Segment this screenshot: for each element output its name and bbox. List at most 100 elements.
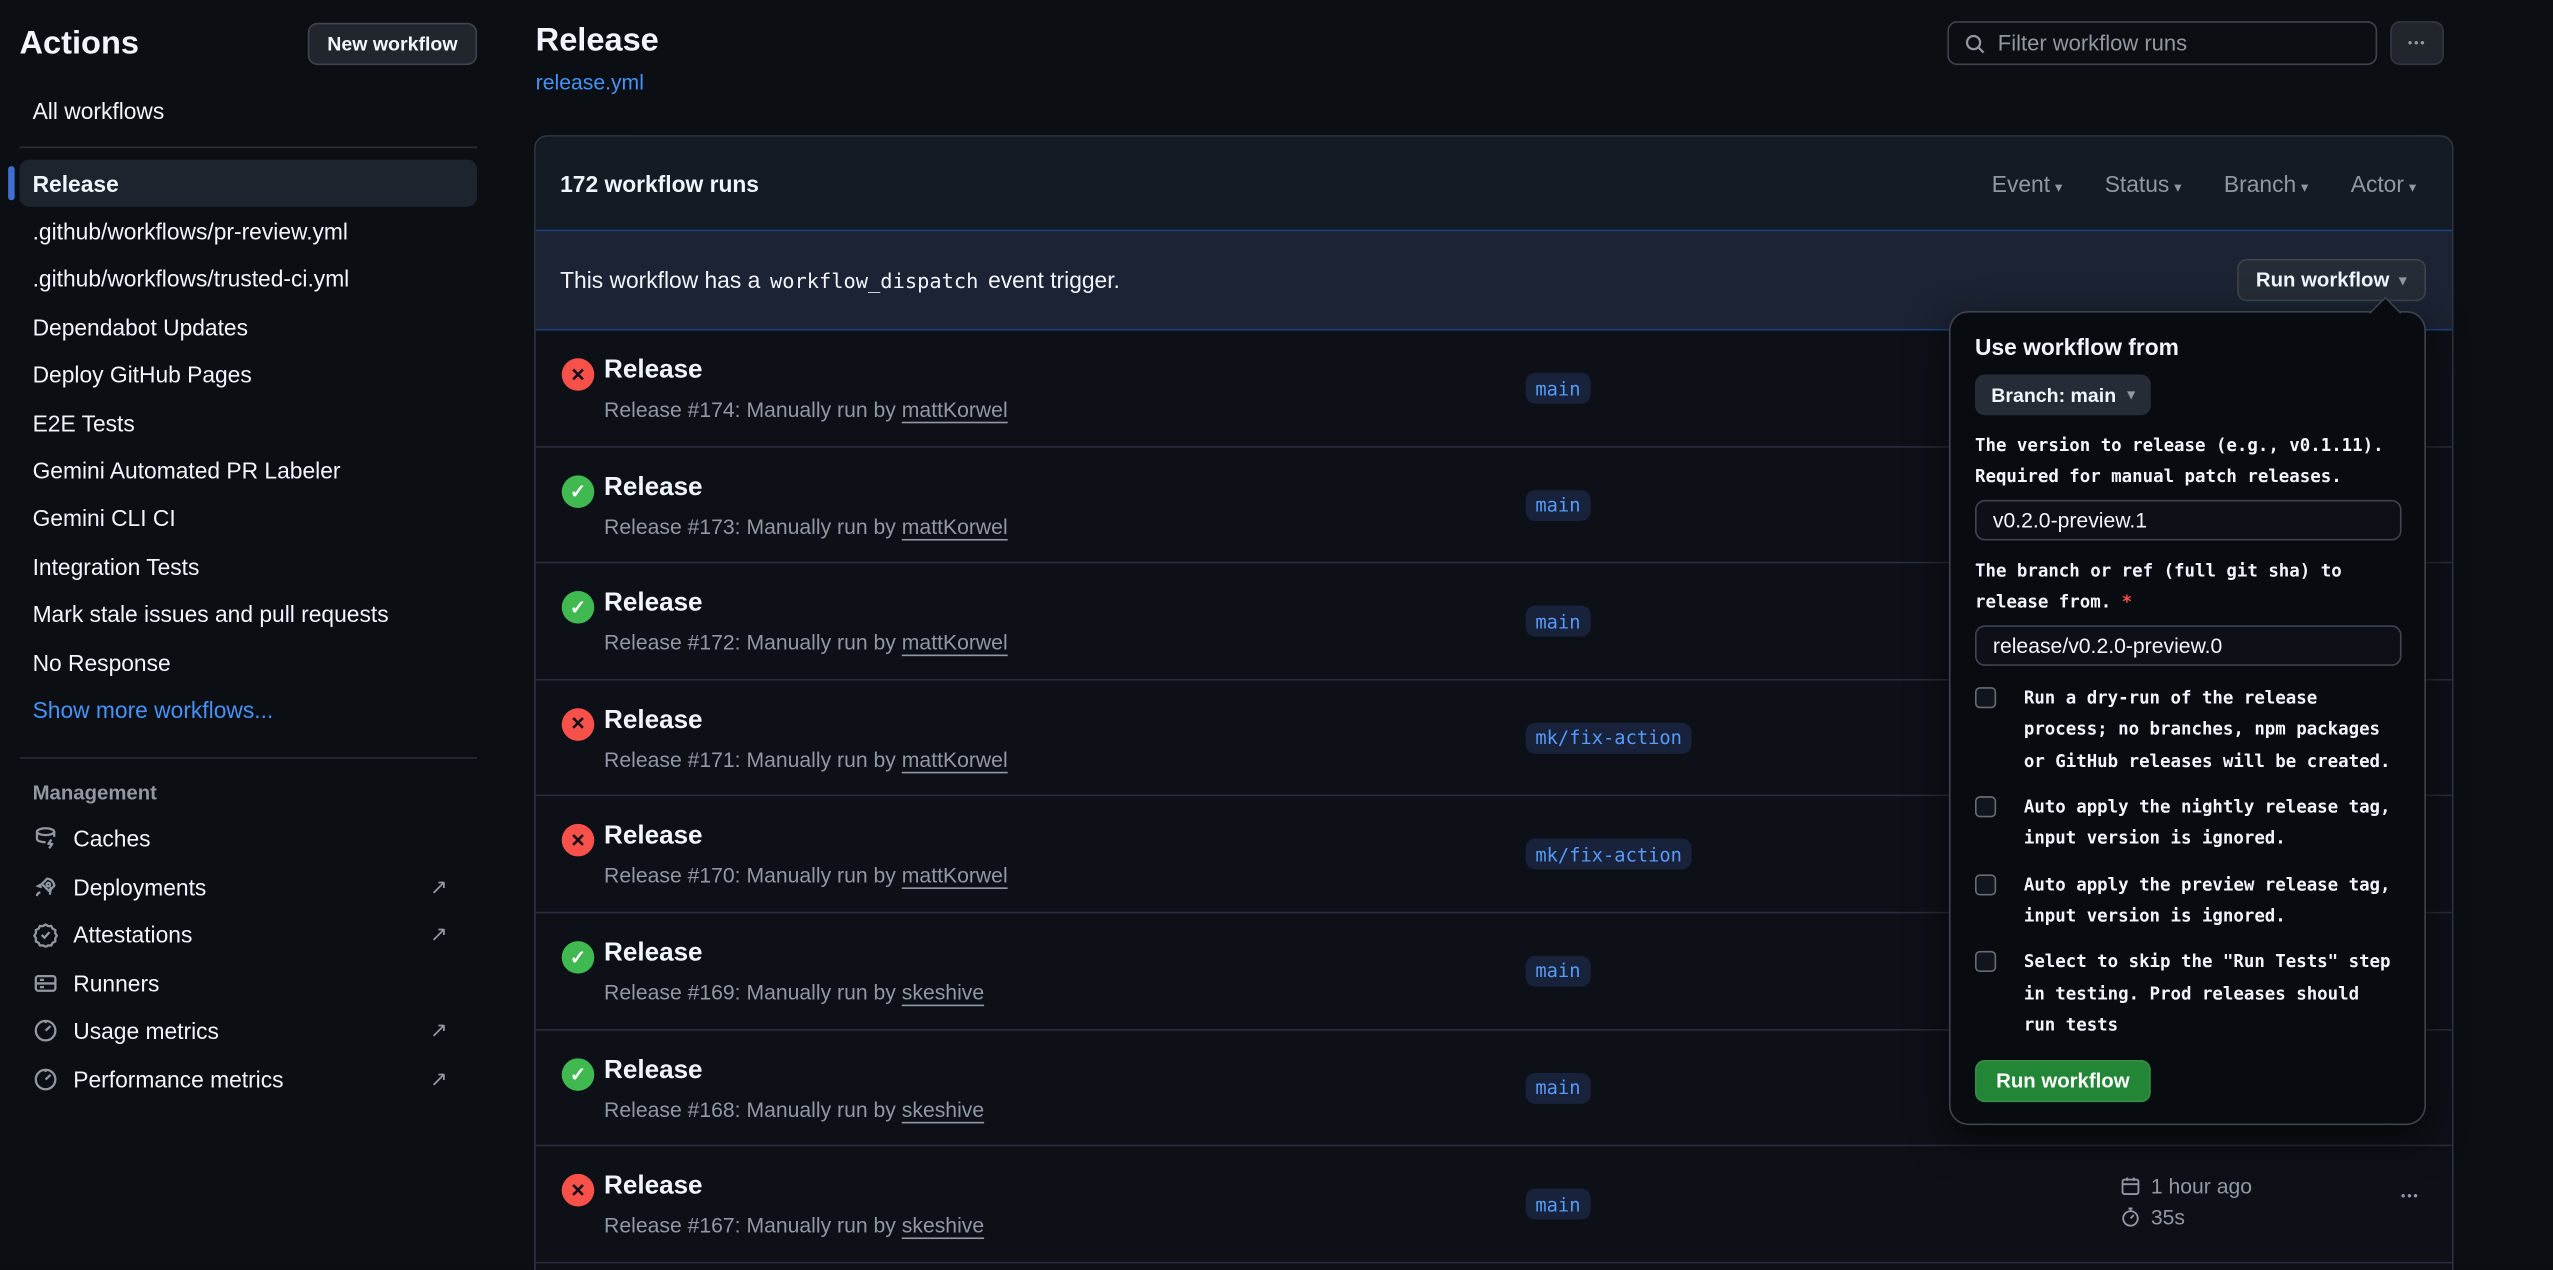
status-success-icon: ✓ — [562, 591, 595, 624]
run-branch-badge[interactable]: mk/fix-action — [1526, 839, 1692, 870]
run-actor-link[interactable]: mattKorwel — [902, 514, 1008, 538]
checkbox[interactable] — [1975, 874, 1996, 895]
sidebar-item-performance-metrics[interactable]: Performance metrics ↗ — [20, 1055, 478, 1103]
ref-input[interactable] — [1975, 625, 2402, 667]
run-actor-link[interactable]: skeshive — [902, 1213, 984, 1237]
workflow-file-link[interactable]: release.yml — [536, 70, 644, 94]
runs-header: 172 workflow runs Event▾ Status▾ Branch▾… — [536, 137, 2452, 230]
checkbox-label[interactable]: Select to skip the "Run Tests" step in t… — [2024, 946, 2400, 1040]
checkbox-label[interactable]: Auto apply the nightly release tag, inpu… — [2024, 791, 2400, 854]
sidebar-item-usage-metrics[interactable]: Usage metrics ↗ — [20, 1007, 478, 1055]
run-branch-badge[interactable]: main — [1526, 1189, 1591, 1220]
branch-select-button[interactable]: Branch: main ▾ — [1975, 374, 2151, 415]
checkbox[interactable] — [1975, 796, 1996, 817]
run-actor-link[interactable]: mattKorwel — [902, 397, 1008, 421]
sidebar-item-integration-tests[interactable]: Integration Tests — [20, 542, 478, 590]
sidebar-workflow-label: Mark stale issues and pull requests — [33, 601, 389, 627]
sidebar-workflow-label: Integration Tests — [33, 553, 200, 579]
show-more-workflows-link[interactable]: Show more workflows... — [20, 686, 478, 734]
sidebar-item-mark-stale-issues-and-pull-requests[interactable]: Mark stale issues and pull requests — [20, 590, 478, 638]
sidebar-item-gemini-automated-pr-labeler[interactable]: Gemini Automated PR Labeler — [20, 447, 478, 495]
workflow-options-kebab-button[interactable]: ••• — [2390, 21, 2444, 65]
filter-branch[interactable]: Branch▾ — [2224, 170, 2308, 196]
filter-actor[interactable]: Actor▾ — [2351, 170, 2416, 196]
chevron-down-icon: ▾ — [2301, 178, 2308, 194]
run-workflow-dropdown-button[interactable]: Run workflow ▾ — [2236, 259, 2426, 301]
sidebar-item-attestations[interactable]: Attestations ↗ — [20, 911, 478, 959]
run-title-link[interactable]: Release — [604, 1173, 703, 1202]
sidebar-item-gemini-cli-ci[interactable]: Gemini CLI CI — [20, 495, 478, 543]
filter-workflow-runs-input[interactable] — [1998, 31, 2340, 55]
run-title-link[interactable]: Release — [604, 823, 703, 852]
runs-count: 172 workflow runs — [560, 170, 759, 196]
sidebar-item--github-workflows-trusted-ci-yml[interactable]: .github/workflows/trusted-ci.yml — [20, 255, 478, 303]
checkbox-label[interactable]: Auto apply the preview release tag, inpu… — [2024, 869, 2400, 932]
sidebar-item-deployments[interactable]: Deployments ↗ — [20, 863, 478, 911]
checkbox-label[interactable]: Run a dry-run of the release process; no… — [2024, 683, 2400, 777]
run-options-kebab-button[interactable]: ••• — [2401, 1189, 2420, 1204]
version-help-text: The version to release (e.g., v0.1.11). … — [1975, 430, 2400, 493]
new-workflow-button[interactable]: New workflow — [308, 23, 477, 65]
sidebar-item-release[interactable]: Release — [20, 160, 478, 208]
chevron-down-icon: ▾ — [2409, 178, 2416, 194]
filter-workflow-runs-field[interactable] — [1947, 21, 2377, 65]
sidebar-workflow-label: No Response — [33, 649, 171, 675]
sidebar-item-runners[interactable]: Runners — [20, 959, 478, 1007]
run-branch-badge[interactable]: main — [1526, 956, 1591, 987]
run-title-link[interactable]: Release — [604, 706, 703, 735]
run-branch-badge[interactable]: main — [1526, 489, 1591, 520]
banner-text-before: This workflow has a — [560, 267, 760, 293]
sidebar-management-label: Runners — [73, 970, 447, 996]
panel-checkbox-group: Auto apply the preview release tag, inpu… — [1975, 869, 2400, 932]
run-description: Release #169: Manually run by skeshive — [604, 980, 984, 1004]
sidebar: Actions New workflow All workflows Relea… — [0, 0, 497, 1270]
sidebar-item-dependabot-updates[interactable]: Dependabot Updates — [20, 303, 478, 351]
divider — [20, 757, 478, 759]
run-branch-badge[interactable]: main — [1526, 606, 1591, 637]
run-actor-link[interactable]: skeshive — [902, 1097, 984, 1121]
run-branch-badge[interactable]: main — [1526, 1072, 1591, 1103]
rocket-icon — [33, 874, 59, 900]
run-title-link[interactable]: Release — [604, 590, 703, 619]
run-workflow-submit-button[interactable]: Run workflow — [1975, 1060, 2151, 1102]
external-link-icon: ↗ — [430, 1018, 448, 1044]
required-asterisk: * — [2122, 592, 2132, 613]
run-actor-link[interactable]: mattKorwel — [902, 747, 1008, 771]
run-description: Release #174: Manually run by mattKorwel — [604, 397, 1008, 421]
run-actor-link[interactable]: skeshive — [902, 980, 984, 1004]
status-failure-icon: ✕ — [562, 1174, 595, 1207]
filter-event[interactable]: Event▾ — [1992, 170, 2063, 196]
banner-text-after: event trigger. — [988, 267, 1120, 293]
database-icon — [33, 826, 59, 852]
filter-status[interactable]: Status▾ — [2105, 170, 2182, 196]
sidebar-workflow-label: Gemini CLI CI — [33, 505, 176, 531]
sidebar-workflow-label: Gemini Automated PR Labeler — [33, 458, 341, 484]
workflow-run-row[interactable]: ✕ Release Release #167: Manually run by … — [536, 1146, 2452, 1263]
sidebar-workflow-label: Release — [33, 170, 119, 196]
checkbox[interactable] — [1975, 951, 1996, 972]
run-title-link[interactable]: Release — [604, 939, 703, 968]
checkbox[interactable] — [1975, 687, 1996, 708]
sidebar-item-e2e-tests[interactable]: E2E Tests — [20, 399, 478, 447]
sidebar-item-all-workflows[interactable]: All workflows — [33, 98, 477, 124]
run-branch-badge[interactable]: mk/fix-action — [1526, 723, 1692, 754]
sidebar-item-deploy-github-pages[interactable]: Deploy GitHub Pages — [20, 351, 478, 399]
meter-icon — [33, 1066, 59, 1092]
version-input[interactable] — [1975, 499, 2402, 541]
run-description: Release #167: Manually run by skeshive — [604, 1213, 984, 1237]
sidebar-item--github-workflows-pr-review-yml[interactable]: .github/workflows/pr-review.yml — [20, 207, 478, 255]
run-actor-link[interactable]: mattKorwel — [902, 630, 1008, 654]
partial-next-row — [536, 1263, 2452, 1270]
ref-help-label: The branch or ref (full git sha) to rele… — [1975, 560, 2342, 613]
run-title-link[interactable]: Release — [604, 473, 703, 502]
run-description: Release #173: Manually run by mattKorwel — [604, 514, 1008, 538]
run-actor-link[interactable]: mattKorwel — [902, 864, 1008, 888]
sidebar-item-caches[interactable]: Caches — [20, 815, 478, 863]
run-meta: 1 hour ago 35s — [2120, 1171, 2252, 1233]
run-title-link[interactable]: Release — [604, 1056, 703, 1085]
run-branch-badge[interactable]: main — [1526, 373, 1591, 404]
sidebar-item-no-response[interactable]: No Response — [20, 638, 478, 686]
run-title-link[interactable]: Release — [604, 357, 703, 386]
status-success-icon: ✓ — [562, 941, 595, 974]
management-list: Caches Deployments ↗ Attestations ↗ Runn… — [20, 815, 478, 1103]
